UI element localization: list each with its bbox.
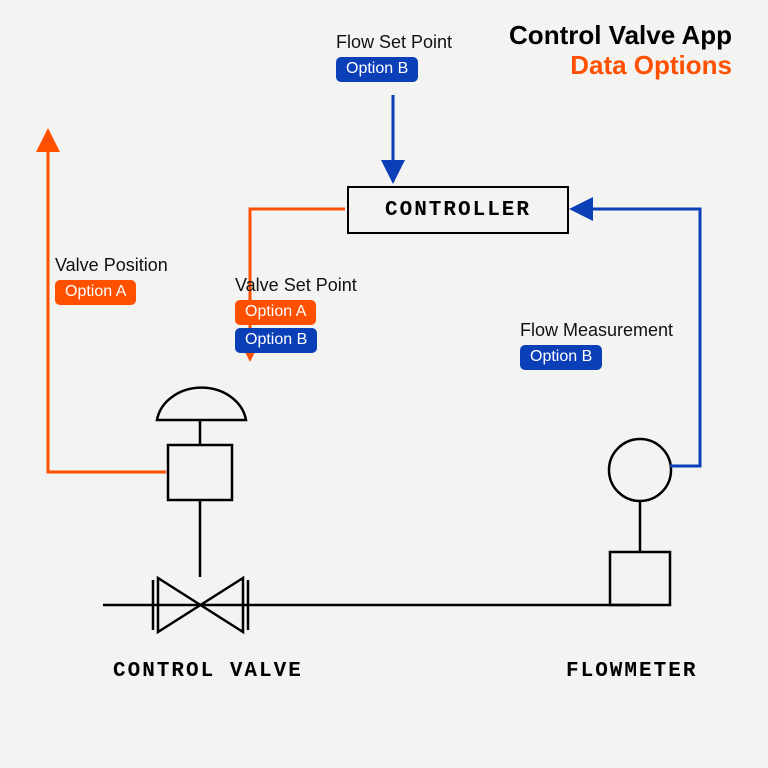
flow-measurement-annotation: Flow Measurement Option B — [520, 320, 673, 373]
flow-measurement-tag-b: Option B — [520, 345, 602, 370]
controller-label: CONTROLLER — [385, 199, 531, 222]
flow-set-point-text: Flow Set Point — [336, 32, 452, 53]
valve-position-text: Valve Position — [55, 255, 168, 276]
controller-block: CONTROLLER — [347, 186, 569, 234]
flow-set-point-annotation: Flow Set Point Option B — [336, 32, 452, 85]
valve-set-point-tag-b: Option B — [235, 328, 317, 353]
valve-set-point-annotation: Valve Set Point Option A Option B — [235, 275, 357, 356]
control-valve-label: CONTROL VALVE — [113, 660, 303, 683]
valve-set-point-tag-a: Option A — [235, 300, 316, 325]
flowmeter-label: FLOWMETER — [566, 660, 697, 683]
valve-position-annotation: Valve Position Option A — [55, 255, 168, 308]
valve-position-tag-a: Option A — [55, 280, 136, 305]
flow-measurement-text: Flow Measurement — [520, 320, 673, 341]
schematic-svg — [0, 0, 768, 768]
diagram-stage: Control Valve App Data Options — [0, 0, 768, 768]
flow-set-point-tag-b: Option B — [336, 57, 418, 82]
valve-set-point-text: Valve Set Point — [235, 275, 357, 296]
